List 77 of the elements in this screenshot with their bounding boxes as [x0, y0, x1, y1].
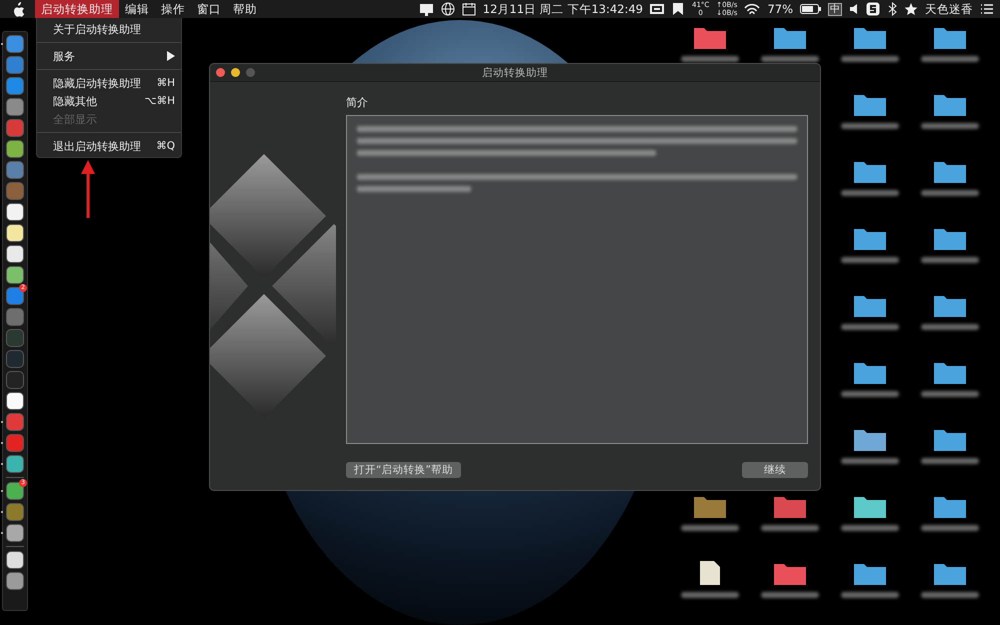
star-icon — [904, 2, 918, 16]
app-icon[interactable] — [6, 392, 24, 410]
blurred-caption — [841, 257, 899, 263]
app-icon[interactable] — [6, 266, 24, 284]
blurred-caption — [921, 525, 979, 531]
blurred-caption — [841, 525, 899, 531]
menu-item[interactable]: 服务 — [37, 47, 181, 65]
shortcut-label: ⌥⌘H — [144, 95, 175, 107]
menubar-clock[interactable]: 12月11日 周二 下午13:42:49 — [482, 2, 643, 16]
battery-percent: 77% — [767, 2, 793, 16]
menu-item[interactable]: 退出启动转换助理 ⌘Q — [37, 137, 181, 155]
menu-title[interactable]: 操作 — [155, 0, 191, 18]
continue-button[interactable]: 继续 — [742, 462, 808, 478]
user-name[interactable]: 天色迷香 — [925, 2, 973, 16]
blurred-caption — [681, 592, 739, 598]
app-icon[interactable] — [6, 245, 24, 263]
blurred-caption — [841, 56, 899, 62]
menu-title[interactable]: 编辑 — [119, 0, 155, 18]
minimize-button[interactable] — [231, 68, 240, 77]
blurred-caption — [921, 123, 979, 129]
list-icon — [980, 2, 994, 16]
submenu-arrow-icon — [167, 51, 175, 61]
close-button[interactable] — [216, 68, 225, 77]
blurred-caption — [921, 458, 979, 464]
blurred-caption — [921, 190, 979, 196]
blurred-caption — [841, 391, 899, 397]
menu-item-label: 服务 — [53, 48, 75, 64]
app-icon[interactable] — [6, 572, 24, 590]
blurred-caption — [921, 324, 979, 330]
display-icon — [418, 2, 434, 16]
shortcut-label: ⌘H — [156, 77, 175, 89]
menu-item-label: 隐藏启动转换助理 — [53, 76, 141, 90]
blurred-caption — [841, 592, 899, 598]
bluetooth-icon — [887, 2, 897, 16]
menu-title[interactable]: 窗口 — [191, 0, 227, 18]
menu-item-label: 隐藏其他 — [53, 94, 97, 108]
app-icon[interactable] — [6, 455, 24, 473]
annotation-arrow — [81, 160, 95, 218]
menu-item-label: 退出启动转换助理 — [53, 138, 141, 154]
blurred-caption — [841, 123, 899, 129]
blurred-caption — [921, 56, 979, 62]
blurred-caption — [761, 56, 819, 62]
blurred-caption — [841, 324, 899, 330]
menu-title[interactable]: 帮助 — [227, 0, 263, 18]
blurred-caption — [681, 56, 739, 62]
menu-item[interactable]: 隐藏启动转换助理 ⌘H — [37, 74, 181, 92]
menu-item[interactable]: 关于启动转换助理 — [37, 20, 181, 38]
blurred-caption — [681, 525, 739, 531]
blurred-caption — [921, 592, 979, 598]
globe-icon — [440, 2, 455, 16]
app-icon[interactable] — [6, 551, 24, 569]
shortcut-label: ⌘Q — [156, 140, 175, 152]
bookmark-icon — [671, 2, 685, 16]
input-method-indicator[interactable]: 中 — [828, 2, 842, 16]
app-icon[interactable] — [6, 524, 24, 542]
blurred-caption — [921, 257, 979, 263]
blurred-caption — [761, 525, 819, 531]
blurred-caption — [921, 391, 979, 397]
menu-title[interactable]: 启动转换助理 — [35, 0, 119, 18]
wifi-icon — [744, 2, 760, 16]
app-icon[interactable] — [6, 203, 24, 221]
window-title: 启动转换助理 — [481, 66, 549, 80]
blurred-caption — [841, 458, 899, 464]
help-button[interactable]: 打开“启动转换”帮助 — [346, 462, 461, 478]
menu-item-label: 全部显示 — [53, 112, 97, 126]
section-heading: 简介 — [346, 95, 369, 110]
menu-item-label: 关于启动转换助理 — [53, 22, 141, 36]
apple-icon — [12, 2, 25, 16]
app-icon[interactable] — [6, 224, 24, 242]
blurred-caption — [761, 592, 819, 598]
app-status-icon — [650, 2, 664, 16]
blurred-caption — [841, 190, 899, 196]
speaker-icon — [849, 2, 859, 16]
menu-item[interactable]: 隐藏其他 ⌥⌘H — [37, 92, 181, 110]
calendar-icon — [462, 2, 476, 16]
app-icon[interactable] — [6, 140, 24, 158]
battery-icon — [800, 2, 821, 16]
